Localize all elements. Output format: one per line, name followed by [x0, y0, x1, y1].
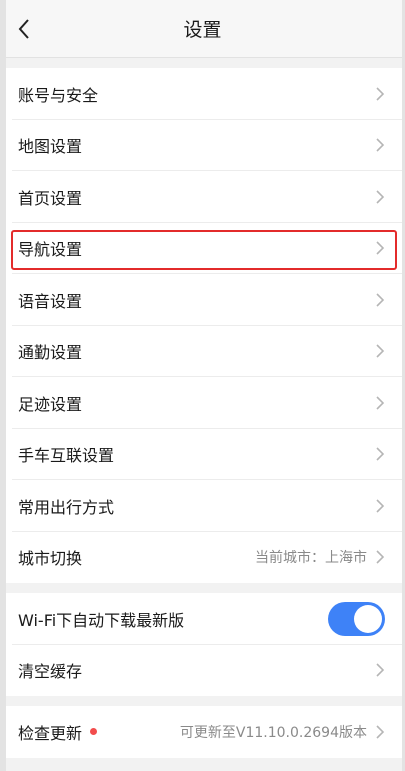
back-button[interactable] — [10, 13, 38, 45]
settings-page: 设置 账号与安全 地图设置 首页设置 导航设置 语音设置 通勤设置 足迹设置 手… — [0, 0, 405, 771]
toggle-knob — [354, 604, 382, 633]
row-label: 常用出行方式 — [18, 497, 115, 517]
chevron-right-icon — [375, 662, 385, 678]
section-gap — [0, 696, 405, 706]
chevron-left-icon — [18, 19, 29, 39]
row-footprint-settings[interactable]: 足迹设置 — [0, 377, 405, 429]
row-label: 账号与安全 — [18, 85, 99, 105]
left-edge-strip — [0, 0, 6, 771]
row-label: 清空缓存 — [18, 662, 83, 682]
row-navigation-settings[interactable]: 导航设置 — [0, 222, 405, 274]
chevron-right-icon — [375, 395, 385, 411]
row-wifi-auto-download: Wi-Fi下自动下载最新版 — [0, 593, 405, 645]
row-account-security[interactable]: 账号与安全 — [0, 68, 405, 120]
header-bar: 设置 — [0, 0, 405, 58]
settings-group-download: Wi-Fi下自动下载最新版 清空缓存 — [0, 593, 405, 696]
wifi-download-toggle[interactable] — [328, 601, 385, 636]
chevron-right-icon — [375, 724, 385, 740]
row-label: 足迹设置 — [18, 394, 83, 414]
row-label: 检查更新 — [18, 723, 83, 743]
row-label: 手车互联设置 — [18, 446, 115, 466]
row-car-link-settings[interactable]: 手车互联设置 — [0, 428, 405, 480]
chevron-right-icon — [375, 343, 385, 359]
row-check-update[interactable]: 检查更新 可更新至V11.10.0.2694版本 — [0, 706, 405, 758]
row-label: Wi-Fi下自动下载最新版 — [18, 610, 185, 630]
row-label: 导航设置 — [18, 240, 83, 260]
row-label: 地图设置 — [18, 137, 83, 157]
settings-group-main: 账号与安全 地图设置 首页设置 导航设置 语音设置 通勤设置 足迹设置 手车互联… — [0, 68, 405, 583]
update-version-value: 可更新至V11.10.0.2694版本 — [179, 724, 367, 741]
page-title: 设置 — [183, 19, 222, 41]
row-label: 城市切换 — [18, 549, 83, 569]
row-map-settings[interactable]: 地图设置 — [0, 119, 405, 171]
chevron-right-icon — [375, 86, 385, 102]
row-travel-mode[interactable]: 常用出行方式 — [0, 480, 405, 532]
chevron-right-icon — [375, 137, 385, 153]
row-label: 首页设置 — [18, 188, 83, 208]
row-commute-settings[interactable]: 通勤设置 — [0, 325, 405, 377]
row-home-settings[interactable]: 首页设置 — [0, 171, 405, 223]
settings-group-update: 检查更新 可更新至V11.10.0.2694版本 — [0, 706, 405, 758]
update-dot-badge — [90, 728, 98, 736]
row-label: 通勤设置 — [18, 343, 83, 363]
row-city-switch[interactable]: 城市切换 当前城市：上海市 — [0, 531, 405, 583]
chevron-right-icon — [375, 549, 385, 565]
row-voice-settings[interactable]: 语音设置 — [0, 274, 405, 326]
section-gap — [0, 583, 405, 593]
current-city-value: 当前城市：上海市 — [255, 550, 367, 567]
row-label: 语音设置 — [18, 291, 83, 311]
chevron-right-icon — [375, 292, 385, 308]
row-label-wrap: 检查更新 — [18, 720, 180, 744]
row-clear-cache[interactable]: 清空缓存 — [0, 644, 405, 696]
chevron-right-icon — [375, 240, 385, 256]
chevron-right-icon — [375, 189, 385, 205]
chevron-right-icon — [375, 446, 385, 462]
section-gap — [0, 58, 405, 68]
chevron-right-icon — [375, 498, 385, 514]
